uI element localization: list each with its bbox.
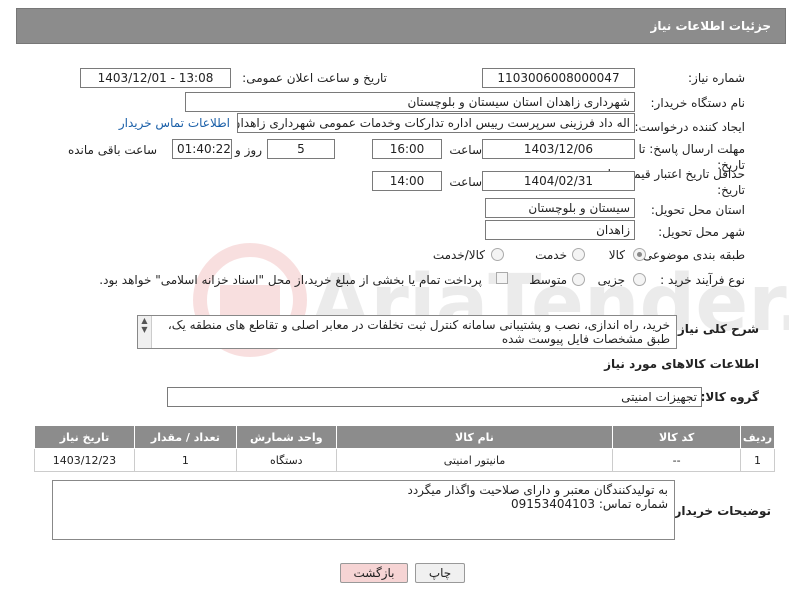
col-unit-header: واحد شمارش (235, 425, 337, 449)
goods-section-title: اطلاعات کالاهای مورد نیاز (604, 357, 759, 371)
category-goods-label: کالا (608, 248, 625, 262)
category-goods-service-radio[interactable] (491, 248, 504, 261)
need-number-label: شماره نیاز: (688, 71, 745, 85)
process-minor-radio[interactable] (633, 273, 646, 286)
buyer-notes-line-2: شماره تماس: 09153404103 (511, 497, 668, 511)
category-service-radio[interactable] (572, 248, 585, 261)
col-name-header: نام کالا (335, 425, 614, 449)
row-index: 1 (740, 448, 775, 472)
category-goods-service-label: کالا/خدمت (432, 248, 485, 262)
price-validity-date-field[interactable]: 1404/02/31 (482, 171, 635, 191)
need-number-field[interactable]: 1103006008000047 (482, 68, 635, 88)
category-label: طبقه بندی موضوعی: (638, 248, 745, 262)
request-creator-field[interactable]: اله داد فرزینی سرپرست رییس اداره تدارکات… (237, 113, 635, 133)
remaining-days-field[interactable]: 5 (267, 139, 335, 159)
description-text: خرید، راه اندازی، نصب و پشتیبانی سامانه … (167, 318, 670, 346)
delivery-province-field[interactable]: سیستان و بلوچستان (485, 198, 635, 218)
buyer-notes-label: توضیحات خریدار: (669, 504, 771, 518)
price-validity-time-field[interactable]: 14:00 (372, 171, 442, 191)
delivery-city-label: شهر محل تحویل: (658, 225, 745, 239)
buyer-notes-line-1: به تولیدکنندگان معتبر و دارای صلاحیت واگ… (407, 483, 668, 497)
col-code-header: کد کالا (612, 425, 742, 449)
print-button[interactable]: چاپ (415, 563, 465, 583)
description-scroll-arrows[interactable]: ▲ ▼ (138, 316, 152, 348)
col-qty-header: تعداد / مقدار (133, 425, 237, 449)
reply-time-field[interactable]: 16:00 (372, 139, 442, 159)
request-creator-label: ایجاد کننده درخواست: (634, 120, 745, 134)
purchase-process-label: نوع فرآیند خرید : (660, 273, 745, 287)
goods-group-field[interactable]: تجهیزات امنیتی (167, 387, 702, 407)
goods-group-label: گروه کالا: (700, 390, 759, 404)
row-name: مانیتور امنیتی (335, 448, 614, 472)
description-label: شرح کلی نیاز: (673, 322, 759, 336)
process-medium-label: متوسط (529, 273, 567, 287)
treasury-payment-checkbox[interactable] (496, 272, 508, 284)
treasury-payment-note: پرداخت تمام یا بخشی از مبلغ خرید،از محل … (99, 273, 482, 287)
page-title: جزئیات اطلاعات نیاز (650, 19, 771, 33)
delivery-province-label: استان محل تحویل: (650, 203, 745, 217)
remaining-time-label: ساعت باقی مانده (67, 143, 157, 157)
category-goods-radio[interactable] (633, 248, 646, 261)
buyer-org-field[interactable]: شهرداری زاهدان استان سیستان و بلوچستان (185, 92, 635, 112)
reply-time-label: ساعت (449, 143, 482, 157)
description-textarea[interactable]: ▲ ▼ خرید، راه اندازی، نصب و پشتیبانی ساما… (137, 315, 677, 349)
header-bar: جزئیات اطلاعات نیاز (16, 8, 786, 44)
back-button[interactable]: بازگشت (340, 563, 408, 583)
row-qty: 1 (133, 448, 237, 472)
table-row[interactable]: 1 -- مانیتور امنیتی دستگاه 1 1403/12/23 (34, 448, 775, 472)
remaining-time-field[interactable]: 01:40:22 (172, 139, 232, 159)
col-date-header: تاریخ نیاز (34, 425, 135, 449)
row-unit: دستگاه (235, 448, 337, 472)
process-medium-radio[interactable] (572, 273, 585, 286)
reply-date-field[interactable]: 1403/12/06 (482, 139, 635, 159)
col-row-header: ردیف (740, 425, 775, 449)
goods-table-header: ردیف کد کالا نام کالا واحد شمارش تعداد /… (34, 425, 775, 449)
buyer-contact-link[interactable]: اطلاعات تماس خریدار (119, 116, 230, 130)
goods-table: ردیف کد کالا نام کالا واحد شمارش تعداد /… (34, 425, 775, 472)
row-code: -- (612, 448, 742, 472)
buyer-org-label: نام دستگاه خریدار: (650, 96, 746, 110)
days-and-label: روز و (235, 143, 262, 157)
buyer-notes-textarea[interactable]: به تولیدکنندگان معتبر و دارای صلاحیت واگ… (52, 480, 675, 540)
delivery-city-field[interactable]: زاهدان (485, 220, 635, 240)
row-date: 1403/12/23 (34, 448, 135, 472)
category-service-label: خدمت (535, 248, 567, 262)
announce-date-label: تاریخ و ساعت اعلان عمومی: (242, 71, 387, 85)
announce-date-field[interactable]: 1403/12/01 - 13:08 (80, 68, 231, 88)
price-validity-time-label: ساعت (449, 175, 482, 189)
process-minor-label: جزیی (597, 273, 625, 287)
